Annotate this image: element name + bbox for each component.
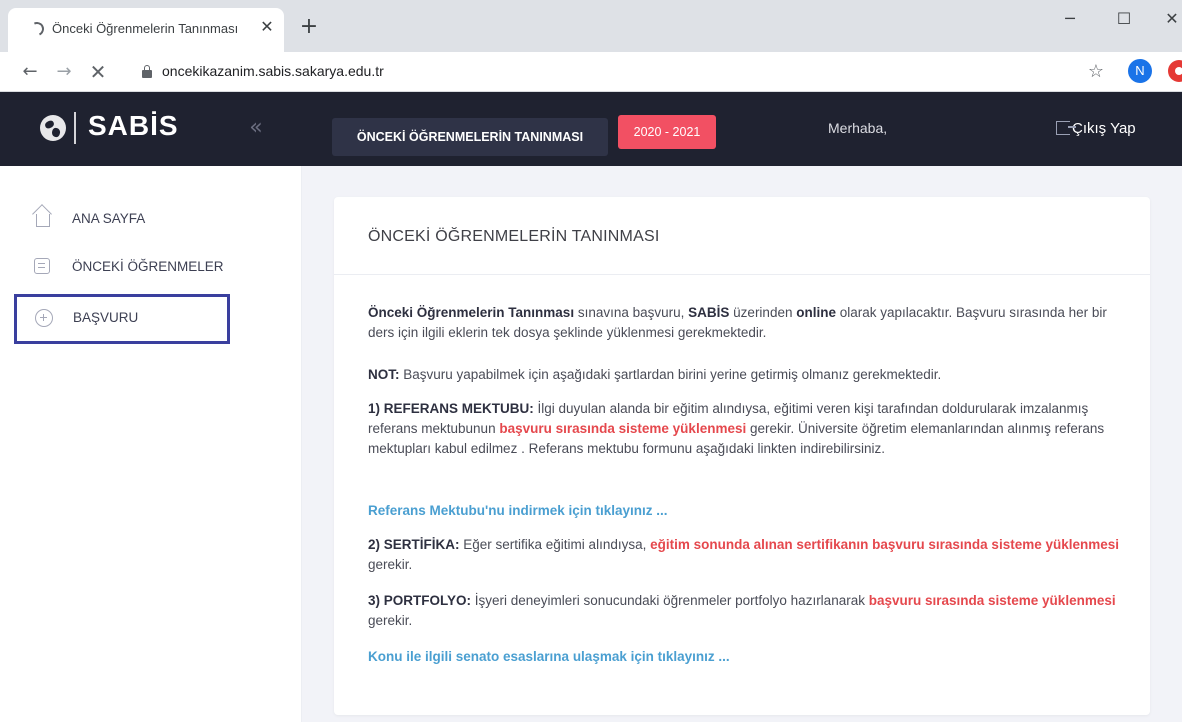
card-title: ÖNCEKİ ÖĞRENMELERİN TANINMASI: [368, 228, 660, 245]
tab-title: Önceki Öğrenmelerin Tanınması: [52, 21, 239, 36]
back-button[interactable]: ←: [18, 60, 42, 84]
info-card: ÖNCEKİ ÖĞRENMELERİN TANINMASI Önceki Öğr…: [334, 197, 1150, 715]
window-minimize-button[interactable]: ─: [1050, 6, 1090, 32]
new-tab-button[interactable]: +: [296, 14, 322, 40]
sidebar-item-label: ÖNCEKİ ÖĞRENMELER: [72, 259, 224, 274]
tab-close-icon[interactable]: ✕: [258, 18, 276, 36]
certificate-paragraph: 2) SERTİFİKA: Eğer sertifika eğitimi alı…: [368, 537, 1120, 572]
sidebar-item-application[interactable]: BAŞVURU: [14, 294, 230, 344]
sidebar-item-home[interactable]: ANA SAYFA: [14, 197, 230, 243]
card-header: ÖNCEKİ ÖĞRENMELERİN TANINMASI: [334, 197, 1150, 275]
stop-loading-button[interactable]: ✕: [86, 60, 110, 84]
academic-year-badge[interactable]: 2020 - 2021: [618, 115, 716, 149]
address-bar[interactable]: oncekikazanim.sabis.sakarya.edu.tr: [128, 56, 1128, 88]
reference-letter-paragraph: 1) REFERANS MEKTUBU: İlgi duyulan alanda…: [368, 401, 1105, 456]
sidebar-item-previous-learnings[interactable]: ÖNCEKİ ÖĞRENMELER: [14, 245, 230, 291]
browser-tab[interactable]: Önceki Öğrenmelerin Tanınması ✕: [8, 8, 284, 52]
browser-toolbar: ← → ✕ oncekikazanim.sabis.sakarya.edu.tr…: [0, 52, 1182, 92]
forward-button[interactable]: →: [52, 60, 76, 84]
logout-button[interactable]: Çıkış Yap: [1056, 118, 1136, 140]
portfolio-paragraph: 3) PORTFOLYO: İşyeri deneyimleri sonucun…: [368, 593, 1116, 628]
sidebar-item-label: ANA SAYFA: [72, 211, 146, 226]
url-text[interactable]: oncekikazanim.sabis.sakarya.edu.tr: [162, 63, 384, 79]
note-paragraph: NOT: Başvuru yapabilmek için aşağıdaki ş…: [368, 367, 942, 382]
document-icon: [34, 258, 50, 274]
home-icon: [36, 214, 50, 227]
lock-icon[interactable]: [142, 65, 152, 78]
senate-regulations-link[interactable]: Konu ile ilgili senato esaslarına ulaşma…: [368, 649, 730, 664]
sidebar-item-label: BAŞVURU: [73, 310, 139, 325]
section-title-button[interactable]: ÖNCEKİ ÖĞRENMELERİN TANINMASI: [332, 118, 608, 156]
window-close-button[interactable]: ✕: [1152, 6, 1182, 32]
logout-label: Çıkış Yap: [1072, 120, 1136, 137]
window-maximize-button[interactable]: ☐: [1104, 6, 1144, 32]
intro-paragraph: Önceki Öğrenmelerin Tanınması sınavına b…: [368, 305, 1107, 340]
bookmark-star-icon[interactable]: ☆: [1084, 60, 1108, 84]
user-greeting: Merhaba,: [828, 120, 888, 136]
sidebar-collapse-icon[interactable]: «: [244, 114, 268, 142]
browser-tabstrip: Önceki Öğrenmelerin Tanınması ✕ + ─ ☐ ✕: [0, 0, 1182, 52]
logout-icon: [1056, 121, 1076, 135]
loading-spinner-icon: [28, 20, 46, 38]
logo-divider: [74, 112, 76, 144]
profile-avatar[interactable]: N: [1128, 59, 1152, 83]
plus-circle-icon: [35, 309, 53, 327]
app-logo[interactable]: SABİS: [88, 110, 179, 142]
globe-logo-icon: [40, 115, 66, 141]
download-reference-letter-link[interactable]: Referans Mektubu'nu indirmek için tıklay…: [368, 503, 668, 518]
